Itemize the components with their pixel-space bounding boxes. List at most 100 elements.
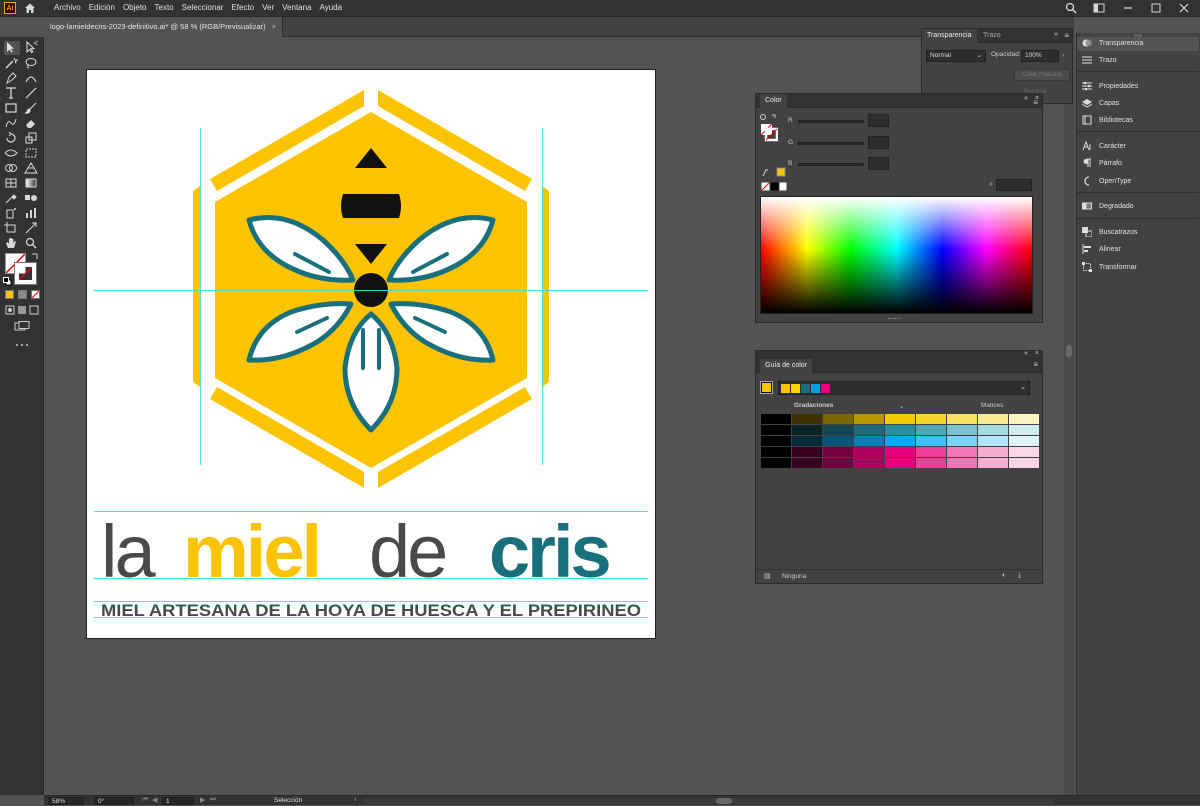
prev-artboard-icon[interactable]: ◀ — [152, 796, 157, 804]
color-guide-swatch[interactable] — [916, 436, 946, 446]
graph-tool[interactable] — [24, 207, 40, 221]
guide-horizontal-4[interactable] — [94, 617, 648, 618]
menu-ventana[interactable]: Ventana — [278, 0, 315, 17]
minimize-icon[interactable] — [1122, 2, 1134, 14]
menu-ver[interactable]: Ver — [258, 0, 278, 17]
gradient-mode-button[interactable] — [18, 290, 27, 299]
menu-archivo[interactable]: Archivo — [50, 0, 85, 17]
perspective-grid-tool[interactable] — [24, 162, 40, 176]
direct-selection-tool[interactable] — [24, 40, 40, 55]
color-guide-swatch[interactable] — [792, 414, 822, 424]
color-guide-swatch[interactable] — [761, 447, 791, 457]
color-guide-swatch[interactable] — [792, 425, 822, 435]
menu-texto[interactable]: Texto — [151, 0, 178, 17]
color-guide-swatch[interactable] — [885, 458, 915, 468]
channel-g-input[interactable] — [868, 136, 889, 149]
document-tab[interactable]: logo-lamieldecris-2023-definitivo.ai* @ … — [44, 17, 284, 37]
default-colors-icon[interactable] — [3, 277, 12, 286]
blend-tool[interactable] — [24, 192, 40, 206]
guide-horizontal-center[interactable] — [94, 290, 648, 291]
harmony-swatch[interactable] — [781, 384, 790, 393]
color-guide-swatch[interactable] — [885, 436, 915, 446]
blend-mode-select[interactable]: Normal ⌄ — [926, 50, 986, 62]
workspace-icon[interactable] — [1093, 2, 1105, 14]
logo-artwork[interactable]: la miel de cris MIEL ARTESANA DE LA HOYA… — [87, 70, 655, 638]
next-artboard-icon[interactable]: ▶ — [200, 796, 205, 804]
color-guide-swatch[interactable] — [1009, 425, 1039, 435]
color-guide-swatch[interactable] — [885, 425, 915, 435]
dock-item-transform[interactable]: Transformar — [1082, 261, 1137, 275]
harmony-swatch[interactable] — [791, 384, 800, 393]
tab-color-guide[interactable]: Guía de color — [760, 359, 813, 373]
color-guide-swatch[interactable] — [854, 458, 884, 468]
swap-fill-stroke-icon[interactable] — [31, 252, 39, 260]
shaper-tool[interactable] — [4, 117, 20, 131]
color-guide-swatch[interactable] — [885, 447, 915, 457]
tab-trazo[interactable]: Trazo — [978, 29, 1006, 43]
dock-item-properties[interactable]: Propiedades — [1082, 80, 1138, 94]
opacity-input[interactable]: 100% — [1021, 50, 1059, 62]
guide-vertical-left[interactable] — [200, 128, 201, 465]
vertical-scroll-thumb[interactable] — [1066, 345, 1072, 357]
width-tool[interactable] — [4, 147, 20, 161]
vertical-scrollbar[interactable] — [1064, 37, 1074, 795]
first-artboard-icon[interactable]: ⏮ — [142, 796, 148, 804]
channel-b-input[interactable] — [868, 157, 889, 170]
lasso-tool[interactable] — [24, 57, 40, 71]
color-guide-swatch[interactable] — [916, 425, 946, 435]
free-transform-tool[interactable] — [24, 147, 40, 161]
eyedropper-tool[interactable] — [4, 192, 20, 206]
panel-collapse-icon[interactable]: » — [1054, 31, 1058, 38]
dock-item-stroke[interactable]: Trazo — [1082, 54, 1117, 68]
dock-item-opentype[interactable]: OpenType — [1082, 175, 1131, 189]
tab-color[interactable]: Color — [760, 94, 787, 108]
out-of-gamut-icon[interactable] — [761, 166, 787, 178]
gradient-tool[interactable] — [24, 177, 40, 191]
color-guide-swatch[interactable] — [916, 458, 946, 468]
color-guide-swatch[interactable] — [947, 447, 977, 457]
color-spectrum[interactable] — [760, 196, 1033, 314]
rectangle-tool[interactable] — [4, 102, 20, 116]
dock-item-transparency[interactable]: Transparencia — [1077, 37, 1199, 51]
hand-tool[interactable] — [4, 237, 20, 251]
artboard-number-field[interactable]: 1 — [162, 797, 194, 805]
color-guide-swatch[interactable] — [792, 436, 822, 446]
zoom-field[interactable]: 58% — [48, 797, 84, 805]
color-guide-swatch[interactable] — [978, 458, 1008, 468]
color-guide-swatch[interactable] — [916, 414, 946, 424]
pen-tool[interactable] — [4, 72, 20, 86]
curvature-tool[interactable] — [24, 72, 40, 86]
color-guide-swatch[interactable] — [885, 414, 915, 424]
rotation-field[interactable]: 0° — [94, 797, 134, 805]
dock-item-paragraph[interactable]: Párrafo — [1082, 157, 1122, 171]
horizontal-scroll-thumb[interactable] — [716, 798, 732, 804]
color-guide-swatch[interactable] — [947, 436, 977, 446]
menu-efecto[interactable]: Efecto — [227, 0, 258, 17]
magic-wand-tool[interactable] — [4, 57, 20, 71]
screen-mode-icon[interactable] — [14, 321, 30, 331]
artboard[interactable]: la miel de cris MIEL ARTESANA DE LA HOYA… — [87, 70, 655, 638]
eraser-tool[interactable] — [24, 117, 40, 131]
symbol-sprayer-tool[interactable] — [4, 207, 20, 221]
slice-tool[interactable] — [24, 222, 40, 236]
color-guide-swatch[interactable] — [854, 425, 884, 435]
guide-horizontal-2[interactable] — [94, 578, 648, 579]
dock-item-align[interactable]: Alinear — [1082, 243, 1121, 257]
scale-tool[interactable] — [24, 132, 40, 146]
color-guide-swatch[interactable] — [854, 414, 884, 424]
color-fill-stroke[interactable] — [760, 114, 779, 142]
status-menu-icon[interactable]: › — [354, 796, 356, 803]
color-guide-swatch[interactable] — [823, 425, 853, 435]
color-guide-swatch[interactable] — [823, 436, 853, 446]
color-guide-swatch[interactable] — [854, 436, 884, 446]
color-guide-swatch[interactable] — [916, 447, 946, 457]
color-guide-swatch[interactable] — [947, 414, 977, 424]
menu-seleccionar[interactable]: Seleccionar — [178, 0, 228, 17]
color-guide-swatch[interactable] — [761, 458, 791, 468]
dock-item-character[interactable]: Carácter — [1082, 140, 1126, 154]
base-color-swatch[interactable] — [760, 381, 773, 394]
color-guide-swatch[interactable] — [978, 436, 1008, 446]
channel-g-slider[interactable] — [798, 142, 864, 145]
mesh-tool[interactable] — [4, 177, 20, 191]
color-guide-swatch[interactable] — [792, 447, 822, 457]
